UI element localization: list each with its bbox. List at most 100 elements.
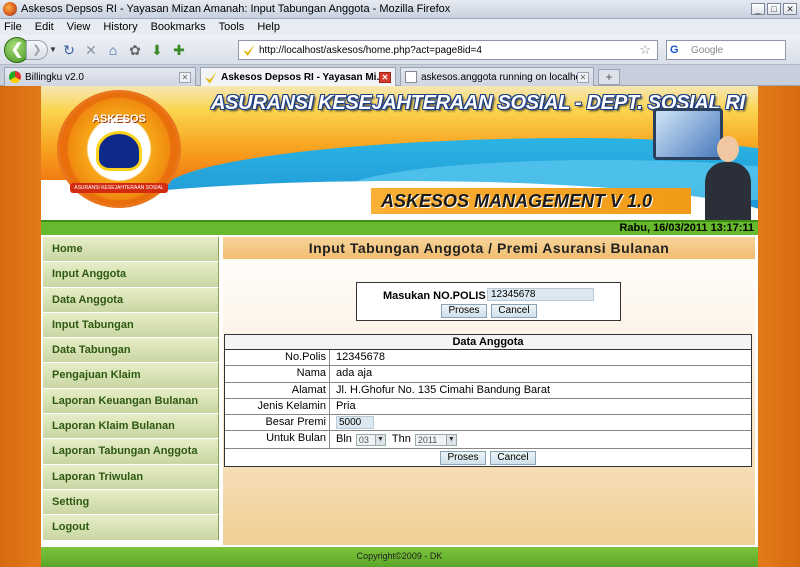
bln-label: Bln: [336, 433, 352, 446]
table-row: Untuk Bulan Bln 03 ▼ Thn 2011 ▼: [225, 431, 751, 448]
row-key: Jenis Kelamin: [225, 398, 330, 415]
cancel-button[interactable]: Cancel: [490, 450, 536, 465]
sidebar-item-laporan-keuangan[interactable]: Laporan Keuangan Bulanan: [43, 388, 219, 415]
window-titlebar: Askesos Depsos RI - Yayasan Mizan Amanah…: [0, 0, 800, 19]
add-bookmark-icon[interactable]: ✚: [168, 40, 190, 60]
window-title: Askesos Depsos RI - Yayasan Mizan Amanah…: [21, 3, 451, 15]
close-tab-icon[interactable]: ✕: [577, 71, 589, 83]
page-favicon-icon: [405, 71, 417, 83]
table-row: Jenis Kelamin Pria: [225, 398, 751, 416]
menu-history[interactable]: History: [103, 21, 137, 33]
maximize-button[interactable]: □: [767, 3, 781, 15]
reload-icon[interactable]: ↻: [58, 40, 80, 60]
menu-help[interactable]: Help: [257, 21, 280, 33]
thn-select[interactable]: 2011 ▼: [414, 433, 457, 446]
menu-bookmarks[interactable]: Bookmarks: [151, 21, 206, 33]
table-row: Alamat Jl. H.Ghofur No. 135 Cimahi Bandu…: [225, 382, 751, 399]
sidebar-item-data-anggota[interactable]: Data Anggota: [43, 287, 219, 313]
thn-value: 2011: [417, 434, 438, 445]
menu-file[interactable]: File: [4, 21, 22, 33]
row-value: ada aja: [336, 367, 373, 380]
forward-button[interactable]: ❯: [26, 39, 48, 60]
banner-subtitle: ASKESOS MANAGEMENT V 1.0: [371, 188, 691, 214]
table-row: No.Polis 12345678: [225, 350, 751, 367]
premi-label: Besar Premi: [225, 415, 330, 431]
sidebar-item-data-tabungan[interactable]: Data Tabungan: [43, 338, 219, 364]
close-tab-icon[interactable]: ✕: [179, 71, 191, 83]
menu-bar: File Edit View History Bookmarks Tools H…: [0, 19, 800, 35]
row-key: No.Polis: [225, 350, 330, 366]
tab-billingku[interactable]: Billingku v2.0 ✕: [4, 67, 196, 86]
close-button[interactable]: ✕: [783, 3, 797, 15]
proses-button[interactable]: Proses: [441, 304, 487, 318]
sidebar-item-logout[interactable]: Logout: [43, 515, 219, 541]
extension-icon[interactable]: ✿: [124, 40, 146, 60]
window-controls: _ □ ✕: [751, 3, 797, 15]
tab-askesos[interactable]: Askesos Depsos RI - Yayasan Mi... ✕: [200, 67, 396, 87]
businessman-icon: [705, 136, 751, 220]
bln-value: 03: [358, 434, 369, 445]
sidebar-item-laporan-tabungan[interactable]: Laporan Tabungan Anggota: [43, 439, 219, 465]
sidebar-menu: Home Input Anggota Data Anggota Input Ta…: [43, 237, 219, 541]
polis-search-form: Masukan NO.POLIS 12345678 Proses Cancel: [356, 282, 621, 321]
logo-text: ASKESOS: [92, 113, 146, 125]
bulan-cell: Bln 03 ▼ Thn 2011 ▼: [330, 431, 751, 447]
new-tab-button[interactable]: +: [598, 69, 620, 85]
main-content: Input Tabungan Anggota / Premi Asuransi …: [223, 237, 755, 545]
sidebar-item-home[interactable]: Home: [43, 237, 219, 263]
sidebar-item-pengajuan-klaim[interactable]: Pengajuan Klaim: [43, 363, 219, 389]
table-row: Besar Premi 5000: [225, 415, 751, 432]
premi-cell: 5000: [330, 415, 751, 430]
history-dropdown-icon[interactable]: ▼: [48, 45, 58, 54]
cancel-button[interactable]: Cancel: [491, 304, 537, 318]
minimize-button[interactable]: _: [751, 3, 765, 15]
table-title: Data Anggota: [225, 335, 751, 350]
url-text[interactable]: http://localhost/askesos/home.php?act=pa…: [259, 45, 639, 56]
sidebar-item-setting[interactable]: Setting: [43, 489, 219, 516]
datetime-bar: Rabu, 16/03/2011 13:17:11: [41, 220, 758, 235]
tab-askesos-anggota[interactable]: askesos.anggota running on localhost -..…: [400, 67, 594, 86]
row-key: Nama: [225, 366, 330, 382]
row-value: Pria: [336, 400, 356, 413]
sidebar-item-input-anggota[interactable]: Input Anggota: [43, 262, 219, 288]
chevron-down-icon[interactable]: ▼: [445, 434, 456, 445]
close-tab-icon[interactable]: ✕: [379, 72, 391, 83]
stop-icon[interactable]: ✕: [80, 40, 102, 60]
logo-shield-icon: [96, 131, 142, 171]
polis-label: Masukan NO.POLIS: [383, 290, 486, 302]
tab-label: Billingku v2.0: [25, 71, 84, 83]
google-icon[interactable]: G: [670, 42, 688, 58]
proses-button[interactable]: Proses: [440, 450, 486, 465]
sidebar-item-laporan-klaim[interactable]: Laporan Klaim Bulanan: [43, 414, 219, 440]
chrome-favicon-icon: [9, 71, 21, 83]
menu-view[interactable]: View: [67, 21, 91, 33]
bookmark-star-icon[interactable]: ☆: [639, 42, 651, 58]
menu-edit[interactable]: Edit: [35, 21, 54, 33]
page-container: ASKESOS ASURANSI KESEJAHTERAAN SOSIAL AS…: [41, 86, 758, 567]
search-bar[interactable]: G Google: [666, 40, 786, 60]
header-banner: ASKESOS ASURANSI KESEJAHTERAAN SOSIAL AS…: [41, 86, 758, 220]
row-key: Alamat: [225, 382, 330, 398]
tab-label: askesos.anggota running on localhost -..…: [421, 71, 577, 83]
premi-input[interactable]: 5000: [336, 416, 374, 430]
url-bar[interactable]: http://localhost/askesos/home.php?act=pa…: [238, 40, 658, 60]
home-icon[interactable]: ⌂: [102, 40, 124, 60]
navigation-toolbar: ❮ ❯ ▼ ↻ ✕ ⌂ ✿ ⬇ ✚ http://localhost/askes…: [0, 35, 800, 65]
sidebar-item-laporan-triwulan[interactable]: Laporan Triwulan: [43, 464, 219, 490]
menu-tools[interactable]: Tools: [219, 21, 245, 33]
page-footer: Copyright©2009 - DK: [41, 547, 758, 567]
table-actions: Proses Cancel: [225, 447, 751, 466]
bln-select[interactable]: 03 ▼: [355, 433, 386, 446]
row-value: 12345678: [336, 351, 385, 364]
chevron-down-icon[interactable]: ▼: [374, 434, 385, 445]
search-placeholder[interactable]: Google: [691, 45, 723, 56]
page-viewport: ASKESOS ASURANSI KESEJAHTERAAN SOSIAL AS…: [0, 86, 800, 567]
sidebar-item-input-tabungan[interactable]: Input Tabungan: [43, 312, 219, 339]
bulan-label: Untuk Bulan: [225, 431, 330, 448]
askesos-favicon-icon: [205, 71, 217, 84]
download-icon[interactable]: ⬇: [146, 40, 168, 60]
askesos-logo: ASKESOS ASURANSI KESEJAHTERAAN SOSIAL: [57, 90, 181, 208]
polis-input[interactable]: 12345678: [487, 288, 594, 301]
table-row: Nama ada aja: [225, 366, 751, 383]
tab-bar: Billingku v2.0 ✕ Askesos Depsos RI - Yay…: [0, 65, 800, 87]
